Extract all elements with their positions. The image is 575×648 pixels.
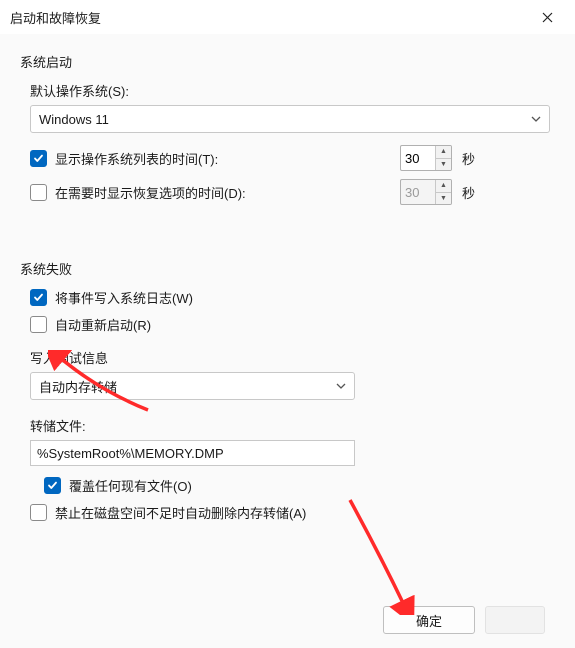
spinner-up-icon: ▲ [436, 180, 451, 192]
no-delete-low-row: 禁止在磁盘空间不足时自动删除内存转储(A) [30, 503, 555, 522]
default-os-select[interactable]: Windows 11 [30, 105, 550, 133]
show-os-list-seconds-input[interactable] [401, 146, 435, 170]
seconds-unit: 秒 [462, 149, 475, 168]
group-system-startup: 系统启动 默认操作系统(S): Windows 11 显示操作系统列表的时间(T… [20, 52, 555, 205]
show-os-list-label: 显示操作系统列表的时间(T): [55, 149, 218, 168]
spinner-arrows[interactable]: ▲ ▼ [435, 146, 451, 170]
ok-button[interactable]: 确定 [383, 606, 475, 634]
dump-file-value: %SystemRoot%\MEMORY.DMP [37, 446, 224, 461]
overwrite-row: 覆盖任何现有文件(O) [44, 476, 555, 495]
show-recovery-row: 在需要时显示恢复选项的时间(D): ▲ ▼ 秒 [30, 179, 555, 205]
show-os-list-seconds-spinner[interactable]: ▲ ▼ [400, 145, 452, 171]
secondary-button-placeholder [485, 606, 545, 634]
dump-file-label: 转储文件: [30, 416, 555, 435]
no-delete-low-checkbox[interactable] [30, 504, 47, 521]
show-recovery-checkbox[interactable] [30, 184, 47, 201]
show-recovery-seconds-spinner: ▲ ▼ [400, 179, 452, 205]
spinner-down-icon[interactable]: ▼ [436, 158, 451, 171]
dialog-content: 系统启动 默认操作系统(S): Windows 11 显示操作系统列表的时间(T… [0, 34, 575, 648]
debug-info-label: 写入调试信息 [30, 348, 555, 367]
overwrite-label: 覆盖任何现有文件(O) [69, 476, 192, 495]
titlebar: 启动和故障恢复 [0, 0, 575, 34]
spinner-up-icon[interactable]: ▲ [436, 146, 451, 158]
debug-info-select[interactable]: 自动内存转储 [30, 372, 355, 400]
seconds-unit: 秒 [462, 183, 475, 202]
show-recovery-label: 在需要时显示恢复选项的时间(D): [55, 183, 246, 202]
overwrite-checkbox[interactable] [44, 477, 61, 494]
dialog-title: 启动和故障恢复 [10, 8, 101, 27]
spinner-arrows: ▲ ▼ [435, 180, 451, 204]
auto-restart-label: 自动重新启动(R) [55, 315, 151, 334]
close-button[interactable] [525, 0, 569, 34]
group-title-failure: 系统失败 [20, 259, 555, 278]
group-system-failure: 系统失败 将事件写入系统日志(W) 自动重新启动(R) 写入调试信息 自动 [20, 259, 555, 522]
default-os-value: Windows 11 [39, 112, 109, 127]
show-os-list-checkbox[interactable] [30, 150, 47, 167]
auto-restart-checkbox[interactable] [30, 316, 47, 333]
write-event-row: 将事件写入系统日志(W) [30, 288, 555, 307]
dialog-footer: 确定 [0, 606, 575, 634]
default-os-label: 默认操作系统(S): [30, 81, 555, 100]
debug-info-value: 自动内存转储 [39, 377, 117, 396]
group-title-startup: 系统启动 [20, 52, 555, 71]
ok-button-label: 确定 [416, 611, 442, 630]
close-icon [542, 12, 553, 23]
chevron-down-icon [336, 383, 346, 389]
dialog-window: 启动和故障恢复 系统启动 默认操作系统(S): Windows 11 [0, 0, 575, 648]
write-event-label: 将事件写入系统日志(W) [55, 288, 193, 307]
auto-restart-row: 自动重新启动(R) [30, 315, 555, 334]
show-os-list-row: 显示操作系统列表的时间(T): ▲ ▼ 秒 [30, 145, 555, 171]
spinner-down-icon: ▼ [436, 192, 451, 205]
no-delete-low-label: 禁止在磁盘空间不足时自动删除内存转储(A) [55, 503, 306, 522]
write-event-checkbox[interactable] [30, 289, 47, 306]
dump-file-input[interactable]: %SystemRoot%\MEMORY.DMP [30, 440, 355, 466]
chevron-down-icon [531, 116, 541, 122]
show-recovery-seconds-input [401, 180, 435, 204]
